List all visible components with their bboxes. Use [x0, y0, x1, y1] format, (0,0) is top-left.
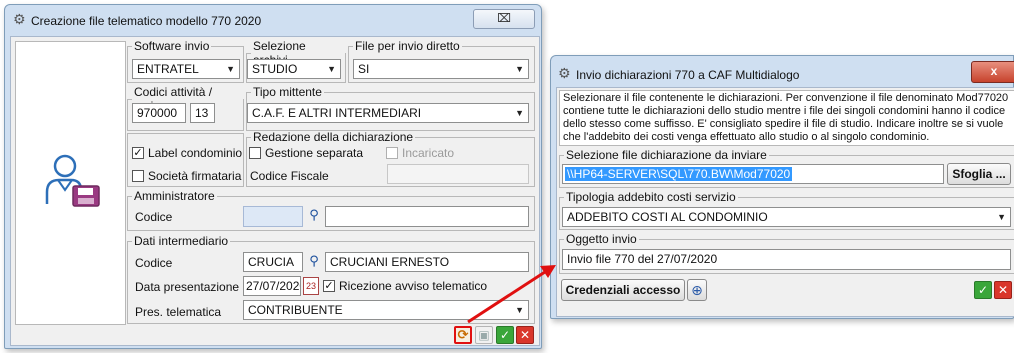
societa-firmataria-label: Società firmataria	[148, 169, 242, 183]
tipo-mittente-select[interactable]: C.A.F. E ALTRI INTERMEDIARI ▼	[247, 103, 529, 123]
codice-attivita-field[interactable]: 970000	[132, 103, 186, 123]
dialog-title: Invio dichiarazioni 770 a CAF Multidialo…	[576, 68, 800, 82]
chevron-down-icon: ▼	[515, 108, 524, 118]
multidialogo-dialog: ⚙ Invio dichiarazioni 770 a CAF Multidia…	[550, 55, 1014, 319]
credenziali-accesso-button[interactable]: Credenziali accesso	[561, 279, 685, 301]
close-button[interactable]: ⌧	[473, 9, 535, 29]
group-legend: Tipologia addebito costi servizio	[566, 190, 736, 204]
codice-fiscale-label: Codice Fiscale	[250, 169, 329, 183]
dialog-title: Creazione file telematico modello 770 20…	[31, 14, 262, 28]
confirm-check-icon[interactable]: ✓	[974, 281, 992, 299]
data-presentazione-label: Data presentazione	[135, 280, 240, 294]
select-value: SI	[358, 62, 370, 76]
incaricato-checkbox[interactable]	[386, 147, 398, 159]
group-legend: File per invio diretto	[355, 39, 460, 53]
selezione-archivi-select[interactable]: STUDIO ▼	[247, 59, 341, 79]
software-invio-select[interactable]: ENTRATEL ▼	[132, 59, 240, 79]
pres-telematica-label: Pres. telematica	[135, 305, 222, 319]
bottom-toolbar: ⟳ ▣ ✓ ✕	[11, 326, 537, 344]
cancel-x-icon[interactable]: ✕	[516, 326, 534, 344]
oggetto-input[interactable]: Invio file 770 del 27/07/2020	[562, 249, 1011, 270]
label-condominio-checkbox[interactable]: ✓	[132, 147, 144, 159]
gestione-separata-label: Gestione separata	[265, 146, 364, 160]
group-legend: Redazione della dichiarazione	[253, 130, 414, 144]
intermediario-codice-field[interactable]: CRUCIA	[243, 252, 303, 272]
select-value: ENTRATEL	[137, 62, 199, 76]
file-path-value: \\HP64-SERVER\SQL\770.BW\Mod77020	[565, 167, 793, 181]
intermediario-codice-label: Codice	[135, 256, 173, 270]
dialog-body: Software invio ENTRATEL ▼ Selezione arch…	[10, 36, 540, 346]
confirm-check-icon[interactable]: ✓	[496, 326, 514, 344]
chevron-down-icon: ▼	[515, 305, 524, 315]
amministratore-codice-label: Codice	[135, 210, 173, 224]
chevron-down-icon: ▼	[997, 212, 1006, 222]
carica-field[interactable]: 13	[190, 103, 215, 123]
amministratore-nome-field[interactable]	[325, 206, 529, 227]
close-button[interactable]: x	[971, 61, 1014, 83]
search-icon[interactable]: ⚲	[305, 206, 323, 226]
globe-icon[interactable]: ⊕	[687, 279, 707, 301]
ricezione-avviso-checkbox[interactable]: ✓	[323, 280, 335, 292]
tipologia-select[interactable]: ADDEBITO COSTI AL CONDOMINIO ▼	[562, 207, 1011, 227]
group-legend: Software invio	[134, 39, 210, 53]
search-icon[interactable]: ⚲	[305, 252, 323, 272]
group-legend: Tipo mittente	[253, 85, 322, 99]
select-value: ADDEBITO COSTI AL CONDOMINIO	[567, 210, 768, 224]
chevron-down-icon: ▼	[515, 64, 524, 74]
file-path-input[interactable]: \\HP64-SERVER\SQL\770.BW\Mod77020	[562, 164, 944, 184]
select-value: STUDIO	[252, 62, 298, 76]
gear-icon: ⚙	[558, 65, 571, 81]
dialog-body: Selezionare il file contenente le dichia…	[556, 87, 1014, 317]
calendar-icon[interactable]: 23	[303, 277, 319, 295]
codice-fiscale-field[interactable]	[387, 164, 529, 184]
browse-button[interactable]: Sfoglia ...	[947, 163, 1011, 185]
chevron-down-icon: ▼	[226, 64, 235, 74]
side-panel	[15, 41, 126, 325]
societa-firmataria-checkbox[interactable]	[132, 170, 144, 182]
group-legend: Selezione file dichiarazione da inviare	[566, 148, 767, 162]
floppy-disabled-icon[interactable]: ▣	[475, 326, 493, 344]
group-legend: Dati intermediario	[134, 234, 229, 248]
intermediario-nome-field[interactable]: CRUCIANI ERNESTO	[325, 252, 529, 272]
send-telematic-icon[interactable]: ⟳	[454, 326, 472, 344]
pres-telematica-select[interactable]: CONTRIBUENTE ▼	[243, 300, 529, 320]
group-legend: Oggetto invio	[566, 232, 637, 246]
select-value: C.A.F. E ALTRI INTERMEDIARI	[252, 106, 422, 120]
group-legend: Amministratore	[134, 189, 215, 203]
incaricato-label: Incaricato	[402, 146, 455, 160]
cancel-x-icon[interactable]: ✕	[994, 281, 1012, 299]
amministratore-codice-field[interactable]	[243, 206, 303, 227]
data-presentazione-field[interactable]: 27/07/2020	[243, 276, 301, 296]
label-condominio-label: Label condominio	[148, 146, 243, 160]
gestione-separata-checkbox[interactable]	[249, 147, 261, 159]
ricezione-avviso-label: Ricezione avviso telematico	[339, 279, 488, 293]
chevron-down-icon: ▼	[327, 64, 336, 74]
user-floppy-icon	[45, 154, 100, 207]
description-text: Selezionare il file contenente le dichia…	[559, 90, 1014, 146]
export-dialog: ⚙ Creazione file telematico modello 770 …	[4, 4, 542, 349]
gear-icon: ⚙	[13, 11, 26, 27]
select-value: CONTRIBUENTE	[248, 303, 343, 317]
file-invio-diretto-select[interactable]: SI ▼	[353, 59, 529, 79]
